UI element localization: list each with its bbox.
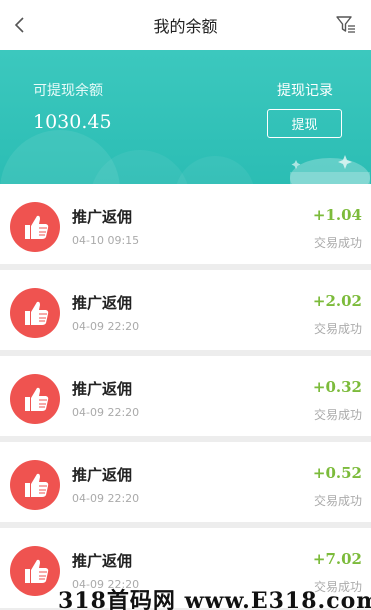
- watermark-text: 318首码网 www.E318.com: [58, 588, 371, 610]
- filter-button[interactable]: [335, 13, 357, 35]
- list-item[interactable]: 推广返佣 04-09 22:20 +0.52 交易成功: [0, 442, 371, 522]
- thumbs-up-icon: [10, 460, 60, 510]
- transaction-amount: +7.02: [312, 550, 362, 568]
- transaction-status: 交易成功: [313, 236, 362, 250]
- list-item[interactable]: 推广返佣 04-09 22:20 +0.32 交易成功: [0, 356, 371, 436]
- transaction-time: 04-09 22:20: [72, 320, 140, 333]
- thumbs-up-icon: [10, 374, 60, 424]
- transaction-time: 04-09 22:20: [72, 406, 140, 419]
- transaction-title: 推广返佣: [72, 208, 133, 226]
- thumbs-up-icon: [10, 202, 60, 252]
- thumbs-up-icon: [10, 288, 60, 338]
- top-nav-bar: 我的余额: [0, 0, 371, 50]
- transaction-title: 推广返佣: [72, 380, 133, 398]
- withdraw-button[interactable]: 提现: [267, 109, 342, 138]
- thumbs-up-icon: [10, 546, 60, 596]
- withdraw-records-link[interactable]: 提现记录: [277, 80, 333, 100]
- chevron-left-icon: [14, 17, 24, 33]
- balance-amount: 1030.45: [33, 111, 112, 133]
- balance-label: 可提现余额: [33, 83, 103, 99]
- transaction-time: 04-10 09:15: [72, 234, 140, 247]
- transaction-title: 推广返佣: [72, 552, 133, 570]
- transaction-amount: +1.04: [312, 206, 362, 224]
- transaction-time: 04-09 22:20: [72, 492, 140, 505]
- transaction-amount: +0.32: [312, 378, 362, 396]
- transaction-amount: +0.52: [312, 464, 362, 482]
- list-item[interactable]: 推广返佣 04-09 22:20 +2.02 交易成功: [0, 270, 371, 350]
- list-item[interactable]: 推广返佣 04-10 09:15 +1.04 交易成功: [0, 184, 371, 264]
- transaction-status: 交易成功: [313, 322, 362, 336]
- transaction-title: 推广返佣: [72, 466, 133, 484]
- back-button[interactable]: [8, 12, 34, 38]
- filter-icon: [336, 16, 355, 33]
- transaction-status: 交易成功: [313, 408, 362, 422]
- transaction-title: 推广返佣: [72, 294, 133, 312]
- page-title: 我的余额: [153, 17, 218, 36]
- balance-banner: 可提现余额 1030.45 提现记录 提现: [0, 50, 371, 184]
- transaction-status: 交易成功: [313, 494, 362, 508]
- transaction-amount: +2.02: [312, 292, 362, 310]
